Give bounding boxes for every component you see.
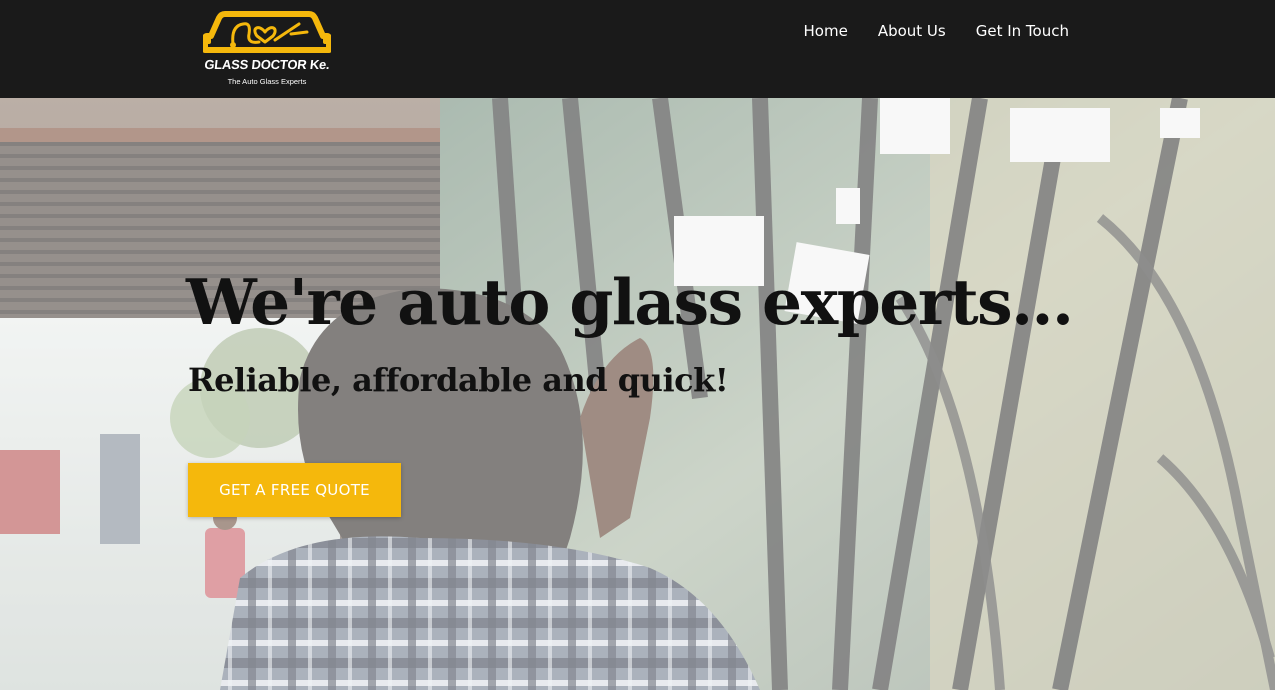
logo-tagline: The Auto Glass Experts — [227, 77, 307, 86]
nav-about-us[interactable]: About Us — [878, 20, 946, 42]
site-header: GLASS DOCTOR Ke. The Auto Glass Experts … — [0, 0, 1275, 98]
site-logo[interactable]: GLASS DOCTOR Ke. The Auto Glass Experts — [203, 4, 331, 90]
hero-section: We're auto glass experts... Reliable, af… — [0, 98, 1275, 690]
hero-title: We're auto glass experts... — [186, 265, 1074, 339]
car-windshield-logo-icon — [203, 11, 331, 53]
logo-title: GLASS DOCTOR Ke. — [203, 57, 331, 72]
hero-subtitle: Reliable, affordable and quick! — [188, 361, 729, 399]
get-free-quote-button[interactable]: GET A FREE QUOTE — [188, 463, 401, 517]
nav-get-in-touch[interactable]: Get In Touch — [976, 20, 1069, 42]
main-nav: Home About Us Get In Touch — [804, 20, 1069, 42]
nav-home[interactable]: Home — [804, 20, 848, 42]
